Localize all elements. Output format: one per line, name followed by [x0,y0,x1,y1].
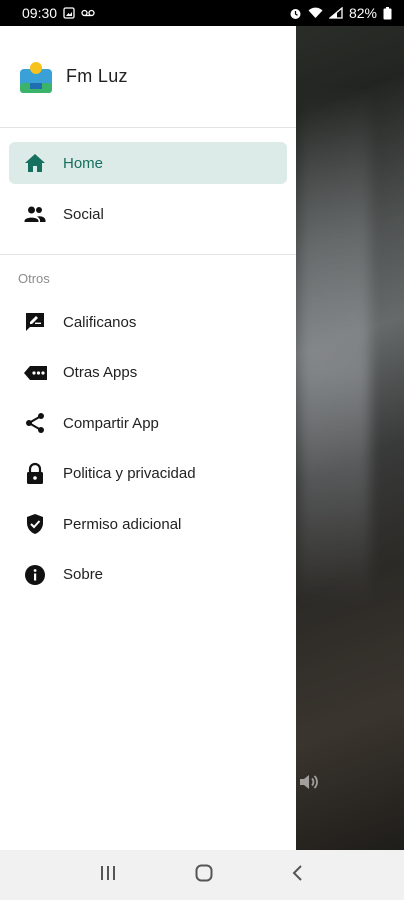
alarm-icon [289,7,302,20]
rate-review-icon [23,310,51,334]
signal-icon [328,7,343,19]
status-bar: 09:30 82% [0,0,404,26]
battery-percent: 82% [348,5,377,21]
app-logo-icon [18,59,54,95]
voicemail-icon [81,8,95,18]
section-label-otros: Otros [18,271,50,286]
nav-item-compartir-app[interactable]: Compartir App [9,402,287,444]
lock-icon [23,462,51,486]
navigation-drawer: Fm Luz Home Social Otros Calificanos Otr… [0,26,296,850]
share-icon [23,411,51,435]
volume-icon[interactable] [297,770,321,799]
shield-check-icon [23,512,51,536]
home-icon [23,151,51,175]
drawer-header: Fm Luz [0,26,296,128]
wifi-icon [308,7,323,19]
recents-button[interactable] [98,864,118,887]
info-icon [23,563,51,587]
nav-item-politica-privacidad[interactable]: Politica y privacidad [9,453,287,495]
nav-item-label: Politica y privacidad [63,465,196,483]
status-time: 09:30 [22,5,58,21]
more-apps-icon [23,361,51,385]
nav-item-social[interactable]: Social [9,193,287,235]
people-icon [23,202,51,226]
nav-item-otras-apps[interactable]: Otras Apps [9,352,287,394]
nav-item-home[interactable]: Home [9,142,287,184]
nav-item-label: Sobre [63,566,104,584]
nav-item-label: Compartir App [63,414,159,432]
nav-item-calificanos[interactable]: Calificanos [9,301,287,343]
home-button[interactable] [194,863,214,888]
nav-item-permiso-adicional[interactable]: Permiso adicional [9,503,287,545]
system-navigation-bar [0,850,404,900]
nav-item-label: Otras Apps [63,364,138,382]
nav-item-label: Calificanos [63,313,137,331]
secondary-navigation: Calificanos Otras Apps Compartir App Pol… [0,301,296,596]
nav-item-label: Social [63,205,104,223]
image-notification-icon [63,7,75,19]
battery-icon [383,6,392,20]
nav-item-label: Permiso adicional [63,515,182,533]
nav-item-label: Home [63,154,104,172]
primary-navigation: Home Social [0,128,296,255]
app-title: Fm Luz [66,66,128,86]
back-button[interactable] [290,863,306,888]
nav-item-sobre[interactable]: Sobre [9,554,287,596]
